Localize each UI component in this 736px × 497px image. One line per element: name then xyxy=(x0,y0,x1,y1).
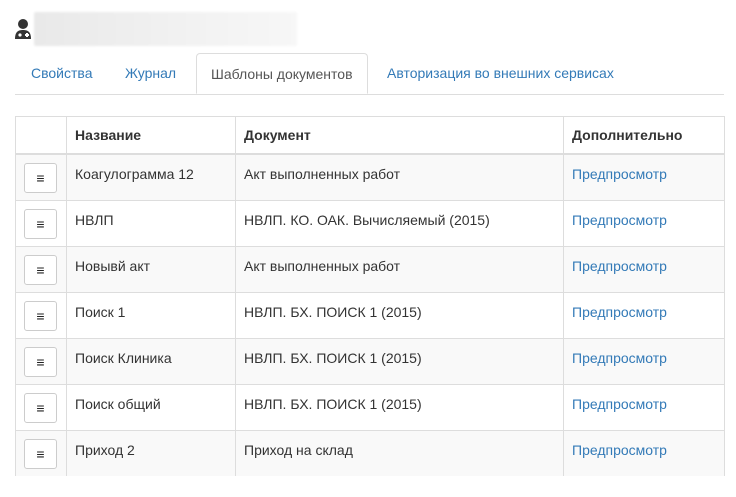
preview-link[interactable]: Предпросмотр xyxy=(572,166,667,182)
row-menu-cell: ≡ xyxy=(15,383,67,431)
row-menu-button[interactable]: ≡ xyxy=(24,163,57,193)
hamburger-menu-icon: ≡ xyxy=(36,170,45,186)
user-name-redacted xyxy=(34,12,297,46)
extra-cell: Предпросмотр xyxy=(563,383,725,431)
template-name: Поиск Клиника xyxy=(66,337,236,385)
extra-cell: Предпросмотр xyxy=(563,199,725,247)
row-menu-button[interactable]: ≡ xyxy=(24,346,57,377)
row-menu-cell: ≡ xyxy=(15,199,67,247)
template-name: Новывй акт xyxy=(66,245,236,293)
header-extra: Дополнительно xyxy=(563,116,725,155)
row-menu-button[interactable]: ≡ xyxy=(24,392,57,423)
hamburger-menu-icon: ≡ xyxy=(36,215,45,232)
row-menu-cell: ≡ xyxy=(15,337,67,385)
tab-bar: Свойства Журнал Шаблоны документов Автор… xyxy=(15,53,724,95)
row-menu-button[interactable]: ≡ xyxy=(24,208,57,239)
template-name: Приход 2 xyxy=(66,429,236,476)
row-menu-cell: ≡ xyxy=(15,291,67,339)
tab-external-auth[interactable]: Авторизация во внешних сервисах xyxy=(387,53,614,94)
templates-table: Название Документ Дополнительно ≡ Коагуло… xyxy=(15,116,725,476)
template-name: НВЛП xyxy=(66,199,236,247)
template-document: НВЛП. БХ. ПОИСК 1 (2015) xyxy=(235,291,564,339)
hamburger-menu-icon: ≡ xyxy=(36,399,45,416)
table-row: ≡ Приход 2 Приход на склад Предпросмотр xyxy=(15,429,725,476)
row-menu-cell: ≡ xyxy=(15,245,67,293)
template-document: НВЛП. КО. ОАК. Вычисляемый (2015) xyxy=(235,199,564,247)
extra-cell: Предпросмотр xyxy=(563,153,725,201)
template-name: Поиск общий xyxy=(66,383,236,431)
template-document: Приход на склад xyxy=(235,429,564,476)
preview-link[interactable]: Предпросмотр xyxy=(572,442,667,458)
tab-journal[interactable]: Журнал xyxy=(125,53,176,94)
hamburger-menu-icon: ≡ xyxy=(36,261,45,278)
hamburger-menu-icon: ≡ xyxy=(36,445,45,462)
extra-cell: Предпросмотр xyxy=(563,245,725,293)
preview-link[interactable]: Предпросмотр xyxy=(572,350,667,366)
row-menu-button[interactable]: ≡ xyxy=(24,254,57,285)
hamburger-menu-icon: ≡ xyxy=(36,307,45,324)
preview-link[interactable]: Предпросмотр xyxy=(572,258,667,274)
tab-properties[interactable]: Свойства xyxy=(31,53,92,94)
table-row: ≡ НВЛП НВЛП. КО. ОАК. Вычисляемый (2015) Пр… xyxy=(15,199,725,247)
preview-link[interactable]: Предпросмотр xyxy=(572,304,667,320)
extra-cell: Предпросмотр xyxy=(563,291,725,339)
table-row: ≡ Поиск Клиника НВЛП. БХ. ПОИСК 1 (2015) Пр… xyxy=(15,337,725,385)
extra-cell: Предпросмотр xyxy=(563,429,725,476)
hamburger-menu-icon: ≡ xyxy=(36,353,45,370)
template-document: Акт выполненных работ xyxy=(235,153,564,201)
header-document: Документ xyxy=(235,116,564,155)
template-name: Поиск 1 xyxy=(66,291,236,339)
template-name: Коагулограмма 12 xyxy=(66,153,236,201)
tab-document-templates[interactable]: Шаблоны документов xyxy=(196,53,368,94)
preview-link[interactable]: Предпросмотр xyxy=(572,212,667,228)
template-document: НВЛП. БХ. ПОИСК 1 (2015) xyxy=(235,383,564,431)
row-menu-cell: ≡ xyxy=(15,429,67,476)
template-document: НВЛП. БХ. ПОИСК 1 (2015) xyxy=(235,337,564,385)
row-menu-button[interactable]: ≡ xyxy=(24,300,57,331)
preview-link[interactable]: Предпросмотр xyxy=(572,396,667,412)
row-menu-button[interactable]: ≡ xyxy=(24,438,57,469)
table-row: ≡ Новывй акт Акт выполненных работ Предпрос… xyxy=(15,245,725,293)
table-row: ≡ Коагулограмма 12 Акт выполненных работ Пр… xyxy=(15,153,725,201)
user-header xyxy=(14,12,34,46)
header-button-col xyxy=(15,116,67,155)
template-document: Акт выполненных работ xyxy=(235,245,564,293)
table-header-row: Название Документ Дополнительно xyxy=(15,116,725,155)
extra-cell: Предпросмотр xyxy=(563,337,725,385)
row-menu-cell: ≡ xyxy=(15,153,67,201)
table-row: ≡ Поиск общий НВЛП. БХ. ПОИСК 1 (2015) Пред… xyxy=(15,383,725,431)
header-name: Название xyxy=(66,116,236,155)
table-row: ≡ Поиск 1 НВЛП. БХ. ПОИСК 1 (2015) Предпрос… xyxy=(15,291,725,339)
user-doctor-icon xyxy=(14,18,34,40)
